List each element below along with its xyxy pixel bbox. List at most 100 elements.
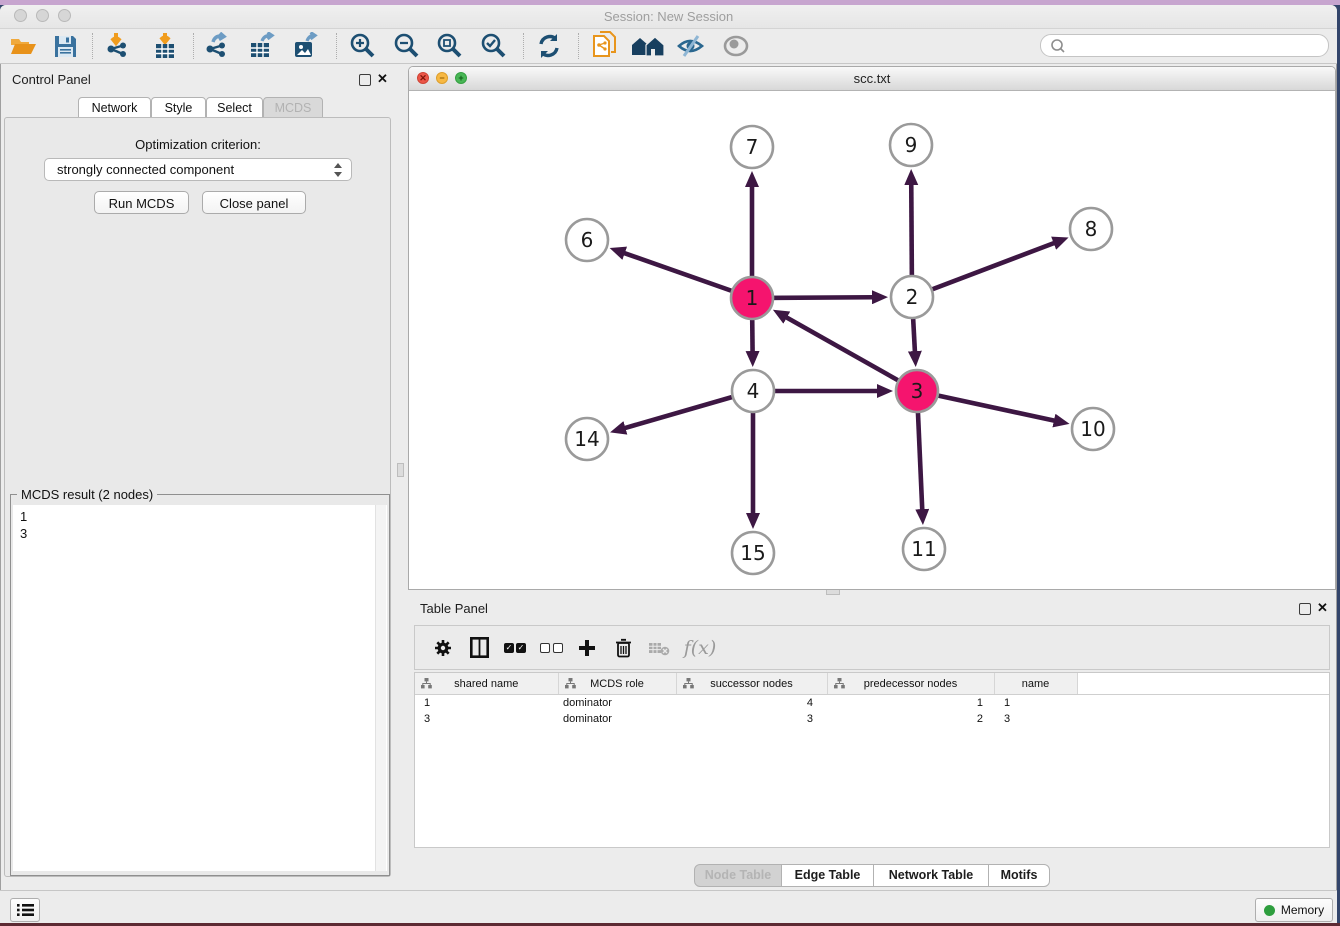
show-graphics-button[interactable] <box>716 31 756 61</box>
control-panel-header: Control Panel ✕ <box>0 66 396 92</box>
window-title: Session: New Session <box>0 9 1337 24</box>
table-cell[interactable]: dominator <box>558 711 676 727</box>
column-header-name[interactable]: name <box>994 673 1077 695</box>
tab-select[interactable]: Select <box>206 97 263 118</box>
node-label-1: 1 <box>746 286 759 310</box>
close-panel-icon[interactable]: ✕ <box>377 74 388 84</box>
vertical-splitter-handle[interactable] <box>397 463 404 477</box>
save-session-button[interactable] <box>45 31 85 61</box>
column-header-mcds-role[interactable]: MCDS role <box>558 673 676 695</box>
mcds-result-text[interactable]: 1 3 <box>13 505 387 871</box>
checked-checkbox-icon: ✓ <box>504 643 514 653</box>
select-all-button[interactable]: ✓ ✓ <box>497 631 533 665</box>
column-header-shared-name[interactable]: shared name <box>415 673 558 695</box>
table-cell[interactable]: 3 <box>415 711 558 727</box>
tab-style[interactable]: Style <box>151 97 206 118</box>
selected-option: strongly connected component <box>57 162 234 177</box>
tab-edge-table[interactable]: Edge Table <box>781 864 874 887</box>
close-table-panel-icon[interactable]: ✕ <box>1317 603 1328 613</box>
table-settings-button[interactable] <box>425 631 461 665</box>
float-table-panel-icon[interactable] <box>1299 603 1311 615</box>
node-label-15: 15 <box>740 541 765 565</box>
column-header-predecessor-nodes[interactable]: predecessor nodes <box>827 673 994 695</box>
table-cell[interactable]: 1 <box>415 695 558 712</box>
node-label-10: 10 <box>1080 417 1105 441</box>
zoom-in-button[interactable] <box>342 31 382 61</box>
add-row-button[interactable] <box>569 631 605 665</box>
table-row[interactable]: 3dominator323 <box>415 711 1330 727</box>
memory-label: Memory <box>1281 903 1324 917</box>
zoom-out-button[interactable] <box>386 31 426 61</box>
export-image-icon <box>292 32 320 60</box>
close-panel-button[interactable]: Close panel <box>202 191 306 214</box>
tab-node-table[interactable]: Node Table <box>694 864 782 887</box>
open-folder-icon <box>9 34 37 58</box>
delete-button[interactable] <box>605 631 641 665</box>
plus-icon <box>578 639 596 657</box>
node-label-2: 2 <box>906 285 919 309</box>
tab-mcds[interactable]: MCDS <box>263 97 323 118</box>
table-row[interactable]: 1dominator411 <box>415 695 1330 712</box>
export-image-button[interactable] <box>286 31 326 61</box>
export-table-button[interactable] <box>242 31 282 61</box>
memory-button[interactable]: Memory <box>1255 898 1333 922</box>
import-table-icon <box>152 32 178 60</box>
float-panel-icon[interactable] <box>359 74 371 86</box>
task-history-button[interactable] <box>10 898 40 922</box>
list-icon <box>17 903 34 917</box>
table-cell[interactable]: dominator <box>558 695 676 712</box>
export-network-icon <box>203 32 233 60</box>
toolbar-separator <box>193 33 194 59</box>
zoom-fit-button[interactable] <box>429 31 469 61</box>
home-button[interactable] <box>628 31 668 61</box>
tab-network-table[interactable]: Network Table <box>873 864 989 887</box>
houses-icon <box>631 34 665 58</box>
delete-table-button-disabled <box>641 631 677 665</box>
import-table-button[interactable] <box>145 31 185 61</box>
result-scrollbar[interactable] <box>375 505 386 871</box>
table-cell[interactable]: 3 <box>676 711 827 727</box>
edge-3-1[interactable] <box>786 317 917 391</box>
search-input[interactable] <box>1073 37 1328 55</box>
table-cell[interactable]: 2 <box>827 711 994 727</box>
table-panel-title: Table Panel <box>420 601 488 616</box>
table-cell[interactable]: 1 <box>994 695 1077 712</box>
optimization-criterion-select[interactable]: strongly connected component <box>44 158 352 181</box>
unchecked-checkbox-icon <box>553 643 563 653</box>
tab-network[interactable]: Network <box>78 97 151 118</box>
edge-2-8[interactable] <box>912 243 1055 297</box>
table-cell[interactable]: 1 <box>827 695 994 712</box>
import-network-button[interactable] <box>98 31 138 61</box>
tab-motifs[interactable]: Motifs <box>988 864 1050 887</box>
zoom-out-icon <box>393 33 419 59</box>
node-label-6: 6 <box>581 228 594 252</box>
function-icon: f(x) <box>684 637 717 659</box>
eye-icon <box>722 35 750 57</box>
deselect-all-button[interactable] <box>533 631 569 665</box>
node-table: shared name MCDS role successor nodes pr… <box>414 672 1330 848</box>
unchecked-checkbox-icon <box>540 643 550 653</box>
table-toolbar: ✓ ✓ f(x) <box>414 625 1330 670</box>
trash-icon <box>615 638 632 658</box>
apply-function-button-disabled: f(x) <box>677 631 723 665</box>
select-stepper-icon <box>333 162 343 178</box>
hide-graphics-button[interactable] <box>671 31 711 61</box>
export-table-icon <box>248 32 276 60</box>
export-network-button[interactable] <box>198 31 238 61</box>
search-box[interactable] <box>1040 34 1329 57</box>
open-session-button[interactable] <box>3 31 43 61</box>
column-header-successor-nodes[interactable]: successor nodes <box>676 673 827 695</box>
documents-share-icon <box>592 31 618 61</box>
network-canvas[interactable]: 7968124314101511 <box>410 90 1335 589</box>
zoom-selected-button[interactable] <box>473 31 513 61</box>
checked-checkbox-icon: ✓ <box>516 643 526 653</box>
table-cell[interactable]: 3 <box>994 711 1077 727</box>
table-cell[interactable]: 4 <box>676 695 827 712</box>
split-columns-icon <box>470 637 489 658</box>
session-documents-button[interactable] <box>585 31 625 61</box>
node-label-4: 4 <box>747 379 760 403</box>
run-mcds-button[interactable]: Run MCDS <box>94 191 189 214</box>
zoom-fit-icon <box>436 33 462 59</box>
show-column-panel-button[interactable] <box>461 631 497 665</box>
refresh-button[interactable] <box>529 31 569 61</box>
